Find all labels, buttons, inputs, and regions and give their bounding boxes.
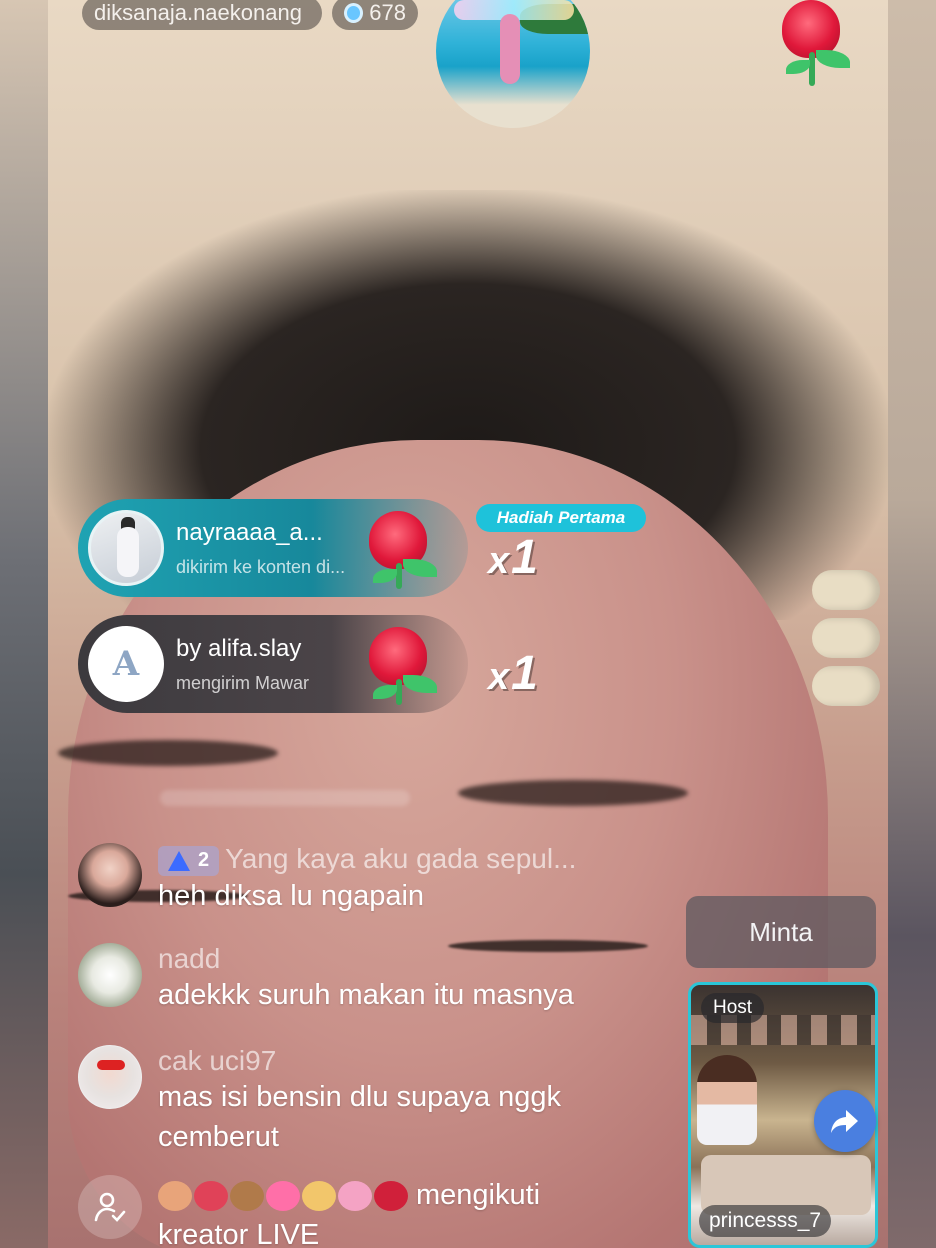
viewer-icon — [344, 3, 364, 23]
right-blur-gutter — [888, 0, 936, 1248]
gift-sender-avatar: A — [88, 626, 164, 702]
rank-arrow-icon — [168, 850, 190, 871]
share-button[interactable] — [814, 1090, 876, 1152]
first-gift-badge: Hadiah Pertama — [476, 504, 646, 532]
gift-subtitle: dikirim ke konten di... — [176, 556, 346, 577]
gift-sender-name: by alifa.slay — [176, 634, 302, 662]
faded-chat-line — [160, 790, 410, 806]
gift-sender-avatar — [88, 510, 164, 586]
chat-username: nadd — [158, 943, 221, 974]
video-hand — [812, 570, 882, 730]
left-blur-gutter — [0, 0, 48, 1248]
chat-avatar[interactable] — [78, 943, 142, 1007]
host-name: diksanaja.naekonang — [94, 0, 302, 25]
guest-name: princesss_7 — [699, 1205, 832, 1237]
request-button[interactable]: Minta — [686, 896, 876, 968]
video-brow-left — [58, 740, 278, 766]
gift-subtitle: mengirim Mawar — [176, 672, 310, 693]
rose-gift-icon[interactable] — [772, 0, 858, 88]
rank-badge: 2 — [158, 845, 220, 876]
gift-multiplier: x1 — [488, 531, 540, 584]
chat-text: mengikuti kreator LIVE — [158, 1179, 541, 1248]
chat-text: mas isi bensin dlu supaya nggk cemberut — [158, 1081, 562, 1153]
gift-banner-first[interactable]: nayraaaa_a... dikirim ke konten di... — [78, 499, 468, 597]
follow-notice: mengikuti kreator LIVE — [78, 1175, 638, 1248]
chat-message[interactable]: cak uci97 mas isi bensin dlu supaya nggk… — [78, 1045, 638, 1157]
viewer-count-pill[interactable]: 678 — [332, 0, 418, 30]
chat-message[interactable]: nadd adekkk suruh makan itu masnya — [78, 943, 658, 1015]
rose-icon — [363, 623, 443, 707]
chat-text: adekkk suruh makan itu masnya — [158, 979, 574, 1011]
gift-banner-second[interactable]: A by alifa.slay mengirim Mawar — [78, 615, 468, 713]
chat-avatar[interactable] — [78, 1045, 142, 1109]
chat-text: heh diksa lu ngapain — [158, 879, 425, 912]
host-tag: Host — [701, 993, 765, 1023]
chat-username: cak uci97 — [158, 1045, 277, 1076]
emoji-stickers — [158, 1181, 408, 1212]
chat-avatar[interactable] — [78, 843, 142, 907]
video-brow-right — [458, 780, 688, 806]
gift-multiplier: x1 — [488, 647, 540, 700]
gift-sender-name: nayraaaa_a... — [176, 518, 323, 546]
follow-user-icon — [78, 1175, 142, 1239]
viewer-count: 678 — [369, 0, 406, 25]
host-name-pill[interactable]: diksanaja.naekonang — [82, 0, 322, 30]
share-arrow-icon — [831, 1110, 858, 1133]
rose-icon — [363, 507, 443, 591]
chat-username: 2 Yang kaya aku gada sepul... — [158, 843, 658, 876]
chat-message[interactable]: 2 Yang kaya aku gada sepul... heh diksa l… — [78, 843, 658, 916]
